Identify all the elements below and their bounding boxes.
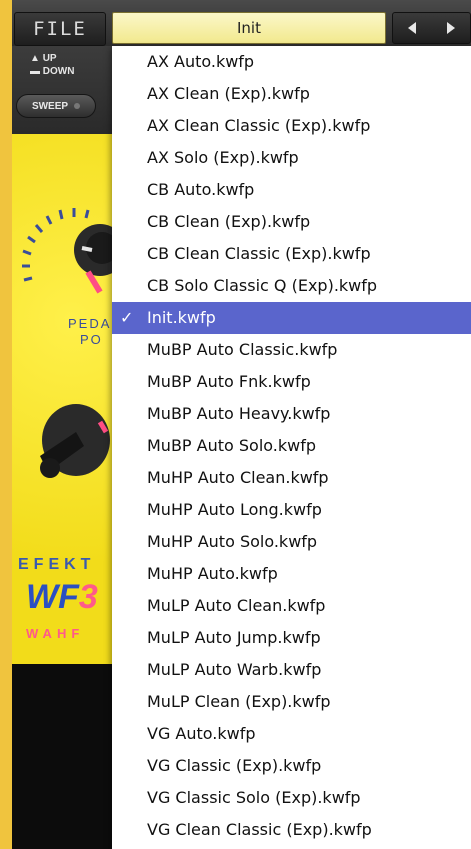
up-label: UP [42, 53, 57, 64]
sweep-led-icon [74, 103, 81, 109]
menu-item-label: VG Auto.kwfp [147, 724, 256, 743]
product-type: WAHF [26, 626, 85, 641]
menu-item-label: MuHP Auto Clean.kwfp [147, 468, 329, 487]
sweep-label: SWEEP [31, 100, 69, 112]
menu-item[interactable]: MuBP Auto Solo.kwfp [112, 430, 471, 462]
preset-dropdown-menu[interactable]: AX Auto.kwfp AX Clean (Exp).kwfp AX Clean … [112, 46, 471, 849]
menu-item[interactable]: VG Clean Classic (Exp).kwfp [112, 814, 471, 846]
menu-item[interactable]: CB Solo Classic Q (Exp).kwfp [112, 270, 471, 302]
up-icon: ▲ [30, 53, 43, 64]
menu-item[interactable]: MuLP Clean (Exp).kwfp [112, 686, 471, 718]
pedal-position-knob[interactable] [22, 188, 112, 308]
file-button[interactable]: FILE [14, 12, 106, 46]
menu-item-label: MuBP Auto Solo.kwfp [147, 436, 317, 455]
menu-item[interactable]: MuLP Auto Warb.kwfp [112, 654, 471, 686]
menu-item-label: MuHP Auto Solo.kwfp [147, 532, 318, 551]
sweep-button[interactable]: SWEEP [16, 94, 96, 118]
menu-item[interactable]: MuBP Auto Heavy.kwfp [112, 398, 471, 430]
menu-item-label: MuLP Clean (Exp).kwfp [147, 692, 331, 711]
menu-item[interactable]: MuBP Auto Classic.kwfp [112, 334, 471, 366]
menu-item[interactable]: MuHP Auto Long.kwfp [112, 494, 471, 526]
model-name: WF3 [26, 578, 98, 616]
menu-item[interactable]: CB Clean (Exp).kwfp [112, 206, 471, 238]
menu-item[interactable]: CB Clean Classic (Exp).kwfp [112, 238, 471, 270]
down-icon: ▬ [30, 66, 43, 77]
menu-item[interactable]: MuHP Auto Solo.kwfp [112, 526, 471, 558]
menu-item[interactable]: VG Auto.kwfp [112, 718, 471, 750]
menu-item-label: MuLP Auto Warb.kwfp [147, 660, 322, 679]
menu-item[interactable]: VG Classic Solo (Exp).kwfp [112, 782, 471, 814]
menu-item-label: CB Auto.kwfp [147, 180, 255, 199]
menu-item-label: CB Solo Classic Q (Exp).kwfp [147, 276, 378, 295]
menu-item-label: VG Classic Solo (Exp).kwfp [147, 788, 361, 807]
menu-item-label: MuBP Auto Fnk.kwfp [147, 372, 311, 391]
menu-item[interactable]: MuHP Auto Clean.kwfp [112, 462, 471, 494]
menu-item[interactable]: CB Auto.kwfp [112, 174, 471, 206]
menu-item[interactable]: MuHP Auto.kwfp [112, 558, 471, 590]
menu-item[interactable]: AX Solo (Exp).kwfp [112, 142, 471, 174]
pedal-base [12, 664, 112, 849]
menu-item-label: CB Clean (Exp).kwfp [147, 212, 311, 231]
menu-item-label: MuBP Auto Classic.kwfp [147, 340, 338, 359]
menu-item[interactable]: MuLP Auto Jump.kwfp [112, 622, 471, 654]
preset-list: AX Auto.kwfp AX Clean (Exp).kwfp AX Clean … [112, 46, 471, 846]
menu-item-label: AX Clean (Exp).kwfp [147, 84, 310, 103]
preset-nav [392, 12, 471, 44]
menu-item-label: Init.kwfp [147, 308, 216, 327]
menu-item[interactable]: VG Classic (Exp).kwfp [112, 750, 471, 782]
menu-item[interactable]: AX Clean Classic (Exp).kwfp [112, 110, 471, 142]
menu-item-label: MuLP Auto Clean.kwfp [147, 596, 326, 615]
menu-item-label: MuHP Auto.kwfp [147, 564, 278, 583]
menu-item[interactable]: AX Clean (Exp).kwfp [112, 78, 471, 110]
menu-item[interactable]: AX Auto.kwfp [112, 46, 471, 78]
menu-item[interactable]: MuBP Auto Fnk.kwfp [112, 366, 471, 398]
left-arrow-icon[interactable] [400, 16, 424, 40]
menu-item-label: MuBP Auto Heavy.kwfp [147, 404, 331, 423]
menu-item-label: VG Classic (Exp).kwfp [147, 756, 322, 775]
menu-item-label: VG Clean Classic (Exp).kwfp [147, 820, 372, 839]
preset-name-field[interactable]: Init [112, 12, 386, 44]
menu-item-label: CB Clean Classic (Exp).kwfp [147, 244, 371, 263]
checkmark-icon: ✓ [120, 308, 134, 327]
menu-item-label: AX Solo (Exp).kwfp [147, 148, 299, 167]
menu-item-label: MuLP Auto Jump.kwfp [147, 628, 321, 647]
mix-knob[interactable] [30, 392, 112, 492]
menu-item[interactable]: MuLP Auto Clean.kwfp [112, 590, 471, 622]
down-label: DOWN [42, 66, 75, 77]
menu-item-label: AX Clean Classic (Exp).kwfp [147, 116, 371, 135]
right-arrow-icon[interactable] [439, 16, 463, 40]
up-down-switch[interactable]: ▲ UP ▬ DOWN [30, 52, 74, 78]
side-strip [0, 0, 12, 849]
menu-item[interactable]: ✓ Init.kwfp [112, 302, 471, 334]
brand-name: EFEKT [18, 556, 96, 573]
menu-item-label: AX Auto.kwfp [147, 52, 255, 71]
menu-item-label: MuHP Auto Long.kwfp [147, 500, 322, 519]
